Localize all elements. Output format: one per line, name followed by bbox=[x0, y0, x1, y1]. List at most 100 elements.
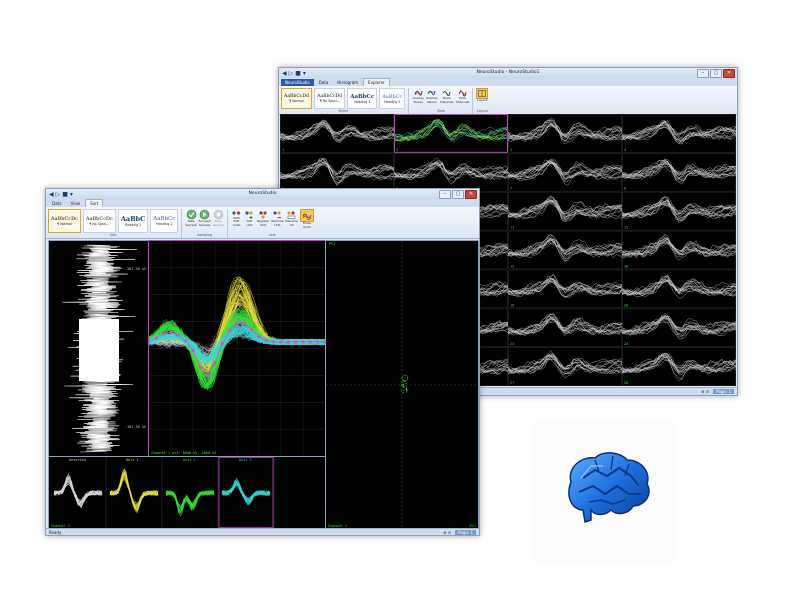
channel-trace bbox=[621, 314, 736, 335]
front-tab-data[interactable]: Data bbox=[48, 200, 66, 207]
unit-thumbnail[interactable] bbox=[53, 457, 107, 529]
register-unit-button[interactable]: Register Unit bbox=[257, 209, 269, 233]
back-hide-channels-button[interactable]: Hide Channels bbox=[456, 88, 469, 109]
channel-cell[interactable]: 2 bbox=[393, 114, 509, 153]
channel-label: 3 bbox=[510, 148, 512, 152]
pca-scatter-canvas bbox=[326, 241, 478, 529]
pca-corner-label: PC2 bbox=[329, 242, 336, 246]
forward-sample-button[interactable]: Forward Sample bbox=[199, 209, 211, 233]
channel-cell[interactable]: 28 bbox=[621, 347, 736, 386]
pca-point bbox=[404, 384, 406, 386]
back-tab-neurostudio[interactable]: NeuroStudio bbox=[281, 79, 314, 86]
channel-cell[interactable]: 23 bbox=[507, 308, 623, 347]
status-ready-text: Ready bbox=[49, 529, 62, 535]
channel-cell[interactable]: 7 bbox=[507, 153, 623, 192]
style-name: ¶ Normal bbox=[57, 222, 72, 226]
front-style-heading-2[interactable]: AaBbCc Heading 2 bbox=[150, 209, 179, 233]
take-sample-button[interactable]: Take Sample bbox=[185, 209, 197, 233]
channel-cell[interactable]: 3 bbox=[507, 114, 623, 153]
pca-cluster-marker[interactable] bbox=[401, 374, 409, 382]
add-unit-button[interactable]: Add Unit bbox=[244, 209, 255, 233]
front-page-indicator[interactable]: Page: 1 bbox=[455, 529, 476, 535]
waveform-overlay-panel[interactable]: Channel 1 pt4: 8600 uV, 1800 uS bbox=[148, 240, 326, 457]
pca-point bbox=[406, 386, 408, 388]
back-close-button[interactable]: ✕ bbox=[723, 69, 735, 78]
back-overlay-traces-button[interactable]: Overlay Traces bbox=[412, 88, 424, 109]
front-minimize-button[interactable]: – bbox=[439, 190, 451, 199]
unit-thumbnail[interactable] bbox=[165, 457, 219, 529]
front-zoom-control[interactable]: ⊕ ⊖ bbox=[443, 530, 451, 535]
pca-point bbox=[406, 389, 408, 391]
button-label: Stop Sample bbox=[212, 219, 224, 227]
channel-cell[interactable]: 27 bbox=[507, 347, 623, 386]
unit-thumbnail[interactable] bbox=[109, 457, 163, 529]
channel-label: 16 bbox=[624, 264, 628, 268]
front-tab-sort[interactable]: Sort bbox=[85, 199, 104, 207]
unit-thumb-label-unsorted: Unsorted bbox=[69, 458, 86, 462]
channel-label: 15 bbox=[510, 264, 514, 268]
front-style-normal[interactable]: AaBbCcDc ¶ Normal bbox=[48, 209, 81, 233]
stop-sample-button[interactable]: Stop Sample bbox=[213, 209, 224, 233]
edit-units-button[interactable]: Edit Units bbox=[231, 209, 242, 233]
show-units-button[interactable]: Show Units bbox=[299, 209, 314, 233]
back-tab-explorer[interactable]: Explorer bbox=[363, 78, 390, 86]
front-ribbon-tabs: Data View Sort bbox=[46, 199, 479, 207]
rename-all-button[interactable]: Rename All bbox=[286, 209, 298, 233]
pca-scatter-panel[interactable]: PC2 Channel 1 PC1 bbox=[325, 240, 479, 530]
button-label: Show Channels bbox=[439, 96, 454, 104]
style-preview: AaBbC bbox=[120, 215, 146, 223]
channel-cell[interactable]: 6 bbox=[393, 153, 509, 192]
back-page-indicator[interactable]: Page: 1 bbox=[713, 389, 734, 394]
channel-label: 19 bbox=[510, 303, 514, 307]
pca-point bbox=[400, 384, 402, 386]
back-zoom-control[interactable]: ⊕ ⊖ bbox=[701, 389, 709, 394]
channel-cell[interactable]: 20 bbox=[621, 269, 736, 309]
back-style-heading-1[interactable]: AaBbCc Heading 1 bbox=[347, 88, 378, 109]
front-sampling-group: Take Sample Forward Sample Stop Sample Samp… bbox=[185, 209, 228, 238]
channel-cell[interactable]: 15 bbox=[507, 230, 623, 270]
back-minimize-button[interactable]: – bbox=[697, 69, 709, 78]
front-style-heading-1[interactable]: AaBbC Heading 1 bbox=[117, 209, 149, 233]
front-maximize-button[interactable]: ▢ bbox=[452, 190, 464, 199]
back-layout-button[interactable]: Layout bbox=[476, 88, 489, 109]
button-label: Overlay Stereo bbox=[426, 96, 438, 104]
back-show-channels-button[interactable]: Show Channels bbox=[440, 88, 454, 109]
unit-thumb-label-3: Unit 3 bbox=[239, 458, 252, 462]
channel-label: 8 bbox=[624, 187, 626, 191]
channel-cell[interactable]: 11 bbox=[507, 191, 623, 231]
channel-cell[interactable]: 1 bbox=[280, 114, 395, 153]
button-label: Layout bbox=[477, 98, 488, 102]
back-overlay-stereo-button[interactable]: Overlay Stereo bbox=[426, 88, 438, 109]
back-layout-group: Layout Layout bbox=[476, 88, 491, 114]
back-tab-data[interactable]: Data bbox=[315, 79, 333, 86]
channel-cell[interactable]: 24 bbox=[621, 308, 736, 347]
back-tab-histogram[interactable]: Histogram bbox=[333, 79, 362, 86]
channel-cell[interactable]: 8 bbox=[621, 153, 736, 192]
back-maximize-button[interactable]: ▢ bbox=[710, 69, 722, 78]
channel-cell[interactable]: 12 bbox=[621, 191, 736, 231]
pca-point bbox=[402, 384, 404, 385]
front-unit-group-label: Unit bbox=[269, 233, 276, 237]
back-style-no-spacing[interactable]: AaBbCcDd ¶ No Spaci... bbox=[314, 88, 346, 109]
channel-cell[interactable]: 5 bbox=[280, 153, 395, 192]
channel-cell[interactable]: 4 bbox=[621, 114, 736, 153]
front-close-button[interactable]: ✕ bbox=[465, 190, 477, 199]
unit-thumbnail[interactable] bbox=[218, 457, 275, 529]
style-name: ¶ Normal bbox=[289, 99, 304, 103]
back-style-heading-2[interactable]: AaBbCc Heading 2 bbox=[379, 88, 406, 109]
remove-unit-button[interactable]: Remove Unit bbox=[271, 209, 284, 233]
style-name: ¶ No Spaci... bbox=[319, 99, 340, 103]
channel-label: 2 bbox=[396, 148, 398, 152]
style-name: Heading 2 bbox=[384, 99, 401, 104]
pca-point bbox=[400, 389, 402, 391]
pca-point bbox=[403, 385, 405, 387]
front-titlebar: ◀ ▷ ■ ▾ NeuroStudio – ▢ ✕ bbox=[46, 189, 479, 199]
front-style-no-spacing[interactable]: AaBbCcDc ¶ No Spaci... bbox=[82, 209, 116, 233]
channel-trace bbox=[621, 358, 736, 373]
raw-signal-panel: 187.50 uV -187.50 uV bbox=[48, 240, 149, 457]
channel-cell[interactable]: 16 bbox=[621, 230, 736, 270]
channel-cell[interactable]: 19 bbox=[507, 269, 623, 309]
back-style-normal[interactable]: AaBbCcDd ¶ Normal bbox=[281, 88, 313, 109]
front-tab-view[interactable]: View bbox=[67, 200, 85, 207]
channel-label: 28 bbox=[624, 381, 628, 385]
